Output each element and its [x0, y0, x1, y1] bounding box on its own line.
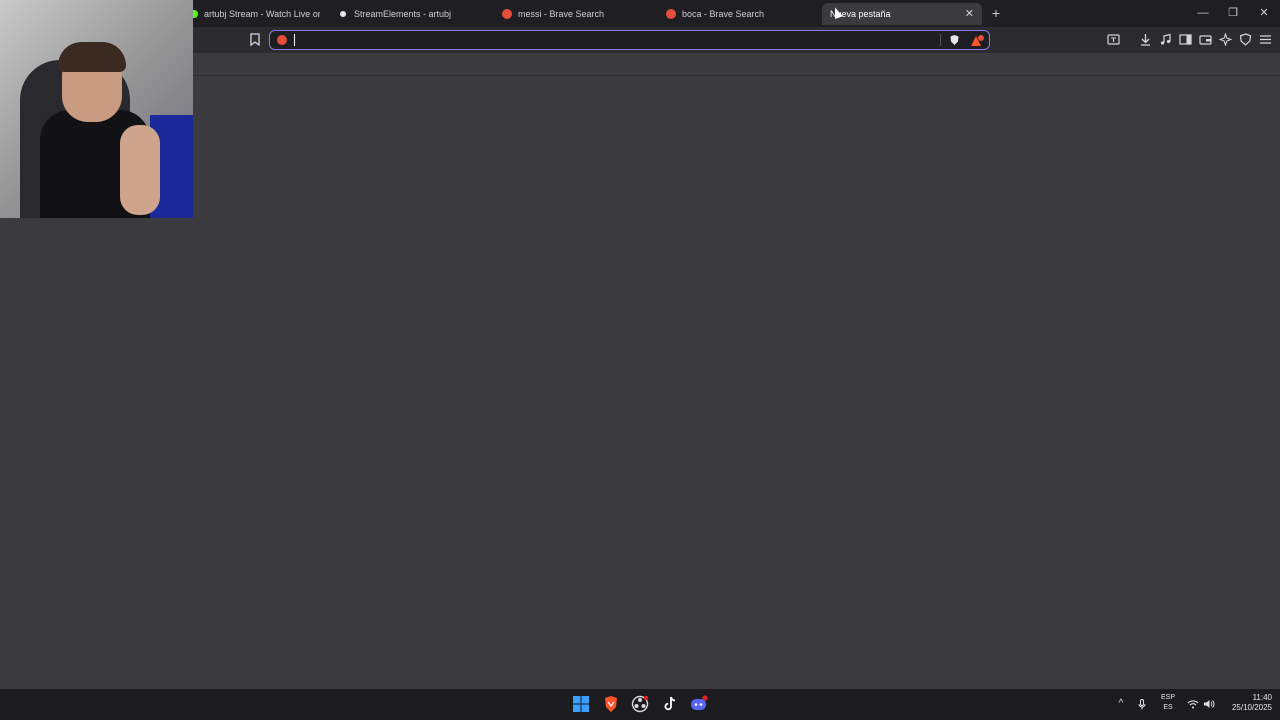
tab-close-icon[interactable]: ✕ [965, 7, 974, 20]
tab-streamelements[interactable]: StreamElements - artubj [338, 3, 488, 25]
tab-kick[interactable]: artubj Stream - Watch Live on Ki [190, 3, 320, 25]
brave-shields-icon[interactable] [948, 34, 960, 46]
text-caret [294, 34, 295, 46]
translate-icon[interactable] [1106, 33, 1120, 47]
brave-search-icon [277, 35, 287, 45]
leo-ai-icon[interactable] [1218, 32, 1232, 47]
tab-title: boca - Brave Search [682, 9, 765, 19]
address-input[interactable] [296, 32, 936, 48]
microphone-icon[interactable] [1137, 699, 1147, 713]
tiktok-icon[interactable] [661, 695, 679, 713]
address-bar[interactable] [269, 30, 990, 50]
brave-rewards-icon[interactable] [970, 34, 984, 46]
keyboard-layout: ES [1163, 704, 1173, 711]
streamelements-icon [338, 9, 348, 19]
windows-start-icon[interactable] [572, 695, 590, 713]
brave-search-icon [666, 9, 676, 19]
download-icon[interactable] [1138, 33, 1152, 47]
wallet-icon[interactable] [1198, 33, 1212, 47]
tab-messi[interactable]: messi - Brave Search [502, 3, 652, 25]
language-indicator[interactable]: ESP ES [1158, 693, 1178, 713]
new-tab-button[interactable]: + [988, 5, 1004, 21]
system-clock[interactable]: 11:40 25/10/2025 [1222, 693, 1272, 713]
discord-icon[interactable] [690, 695, 708, 713]
obs-icon[interactable] [631, 695, 649, 713]
vpn-shield-icon[interactable] [1238, 33, 1252, 47]
clock-time: 11:40 [1252, 693, 1272, 702]
tab-new-tab[interactable]: Nueva pestaña ✕ [822, 3, 982, 25]
music-icon[interactable] [1158, 33, 1172, 47]
bookmark-icon[interactable] [248, 33, 262, 47]
close-window-button[interactable]: ✕ [1249, 4, 1279, 22]
tab-title: messi - Brave Search [518, 9, 605, 19]
sidebar-icon[interactable] [1178, 33, 1192, 47]
tray-overflow-icon[interactable]: ^ [1116, 699, 1126, 709]
maximize-button[interactable]: ❐ [1218, 4, 1248, 22]
minimize-button[interactable]: — [1188, 4, 1218, 22]
tab-title: StreamElements - artubj [354, 9, 452, 19]
tab-title: artubj Stream - Watch Live on Ki [204, 9, 320, 19]
clock-date: 25/10/2025 [1231, 703, 1272, 712]
brave-icon[interactable] [602, 695, 620, 713]
address-bar-divider [940, 34, 941, 46]
webcam-overlay [0, 0, 193, 218]
person-arm [120, 125, 160, 215]
person-hair [58, 42, 126, 72]
brave-search-icon [502, 9, 512, 19]
menu-icon[interactable] [1258, 33, 1272, 47]
volume-icon[interactable] [1202, 699, 1216, 712]
wifi-icon[interactable] [1186, 699, 1200, 712]
tab-boca[interactable]: boca - Brave Search [666, 3, 816, 25]
language-code: ESP [1160, 694, 1175, 701]
